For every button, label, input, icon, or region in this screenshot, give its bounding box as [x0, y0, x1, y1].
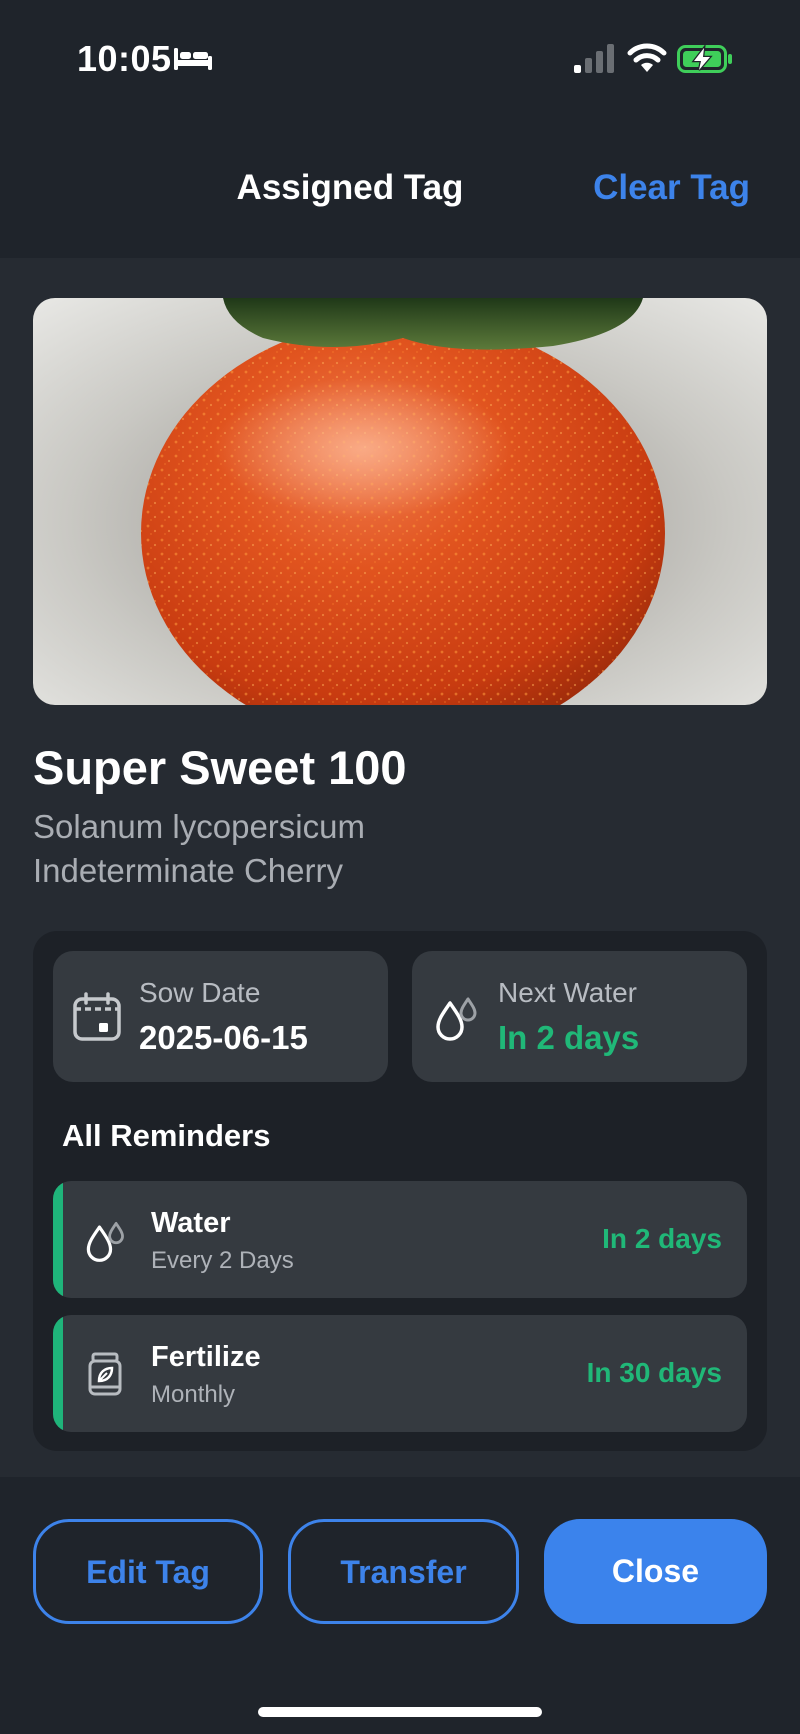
status-time: 10:05: [77, 38, 172, 79]
edit-tag-button[interactable]: Edit Tag: [33, 1519, 263, 1624]
info-panel: Sow Date 2025-06-15 Next Water In 2 days…: [33, 931, 767, 1451]
reminder-frequency: Every 2 Days: [151, 1247, 294, 1274]
bed-icon: [174, 48, 212, 70]
reminders-heading: All Reminders: [62, 1118, 271, 1153]
reminder-water[interactable]: Water Every 2 Days In 2 days: [53, 1181, 747, 1298]
wifi-icon: [627, 43, 667, 72]
plant-scientific-name: Solanum lycopersicum: [33, 808, 365, 845]
close-button[interactable]: Close: [544, 1519, 767, 1624]
tomato-photo: [33, 298, 767, 705]
plant-name: Super Sweet 100: [33, 741, 407, 794]
sow-date-value: 2025-06-15: [139, 1019, 308, 1056]
reminder-fertilize[interactable]: Fertilize Monthly In 30 days: [53, 1315, 747, 1432]
fertilizer-icon: [88, 1352, 122, 1396]
cellular-signal-icon: [574, 44, 614, 73]
water-drops-icon: [86, 1222, 124, 1262]
reminder-due: In 30 days: [586, 1357, 722, 1388]
status-bar: 10:05: [0, 0, 800, 120]
reminder-title: Fertilize: [151, 1341, 261, 1373]
calendar-icon: [73, 992, 121, 1041]
reminder-due: In 2 days: [602, 1223, 722, 1254]
nav-bar: Assigned Tag Clear Tag: [0, 150, 800, 230]
reminder-frequency: Monthly: [151, 1381, 236, 1408]
next-water-value: In 2 days: [498, 1019, 640, 1056]
next-water-card: Next Water In 2 days: [412, 951, 747, 1082]
sow-date-label: Sow Date: [139, 977, 261, 1008]
reminder-title: Water: [151, 1207, 231, 1239]
plant-type: Indeterminate Cherry: [33, 852, 343, 889]
battery-charging-icon: [677, 44, 732, 73]
reminder-accent-bar: [53, 1181, 63, 1298]
action-bar: Edit Tag Transfer Close: [0, 1477, 800, 1734]
sow-date-card: Sow Date 2025-06-15: [53, 951, 388, 1082]
next-water-label: Next Water: [498, 977, 637, 1008]
clear-tag-button[interactable]: Clear Tag: [593, 168, 750, 208]
water-drops-icon: [436, 997, 477, 1041]
home-indicator[interactable]: [258, 1707, 542, 1717]
transfer-button[interactable]: Transfer: [288, 1519, 519, 1624]
reminder-accent-bar: [53, 1315, 63, 1432]
